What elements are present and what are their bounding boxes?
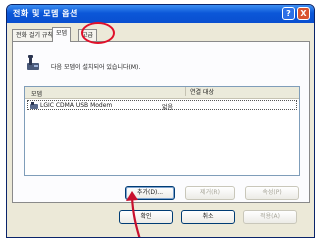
tab-strip: 전화 걸기 규칙 모뎀 고급 xyxy=(12,27,312,42)
list-item[interactable]: LGIC CDMA USB Modem 없음 xyxy=(27,100,297,111)
modems-tab-panel: 다음 모뎀이 설치되어 있습니다(M). 모뎀 연결 대상 LGIC CDMA … xyxy=(12,41,310,203)
phone-modem-options-dialog: 전화 및 모뎀 옵션 ? X 전화 걸기 규칙 모뎀 고급 다음 모뎀이 설치되… xyxy=(6,4,315,238)
highlight-circle-annotation xyxy=(81,22,115,44)
phone-modem-icon xyxy=(27,55,39,70)
cancel-button[interactable]: 취소 xyxy=(181,210,235,224)
modem-list[interactable]: 모뎀 연결 대상 LGIC CDMA USB Modem 없음 xyxy=(24,86,300,176)
close-button[interactable]: X xyxy=(297,7,310,20)
properties-button[interactable]: 속성(P) xyxy=(245,186,299,200)
modem-port: 없음 xyxy=(162,104,174,111)
apply-button[interactable]: 적용(A) xyxy=(243,210,297,224)
remove-button[interactable]: 제거(R) xyxy=(185,186,235,200)
window-title: 전화 및 모뎀 옵션 xyxy=(13,9,78,18)
title-bar[interactable]: 전화 및 모뎀 옵션 ? X xyxy=(7,5,314,23)
modem-name: LGIC CDMA USB Modem xyxy=(40,102,113,109)
tab-modems[interactable]: 모뎀 xyxy=(52,27,72,42)
column-header-model[interactable]: 모뎀 xyxy=(31,89,42,98)
column-header-attached-to[interactable]: 연결 대상 xyxy=(185,87,214,96)
list-header: 모뎀 연결 대상 xyxy=(25,87,299,99)
help-button[interactable]: ? xyxy=(282,7,295,20)
pointer-arrow-annotation xyxy=(126,191,141,237)
modems-description: 다음 모뎀이 설치되어 있습니다(M). xyxy=(51,64,141,71)
modem-icon xyxy=(30,102,38,109)
tab-dialing-rules[interactable]: 전화 걸기 규칙 xyxy=(12,29,57,41)
